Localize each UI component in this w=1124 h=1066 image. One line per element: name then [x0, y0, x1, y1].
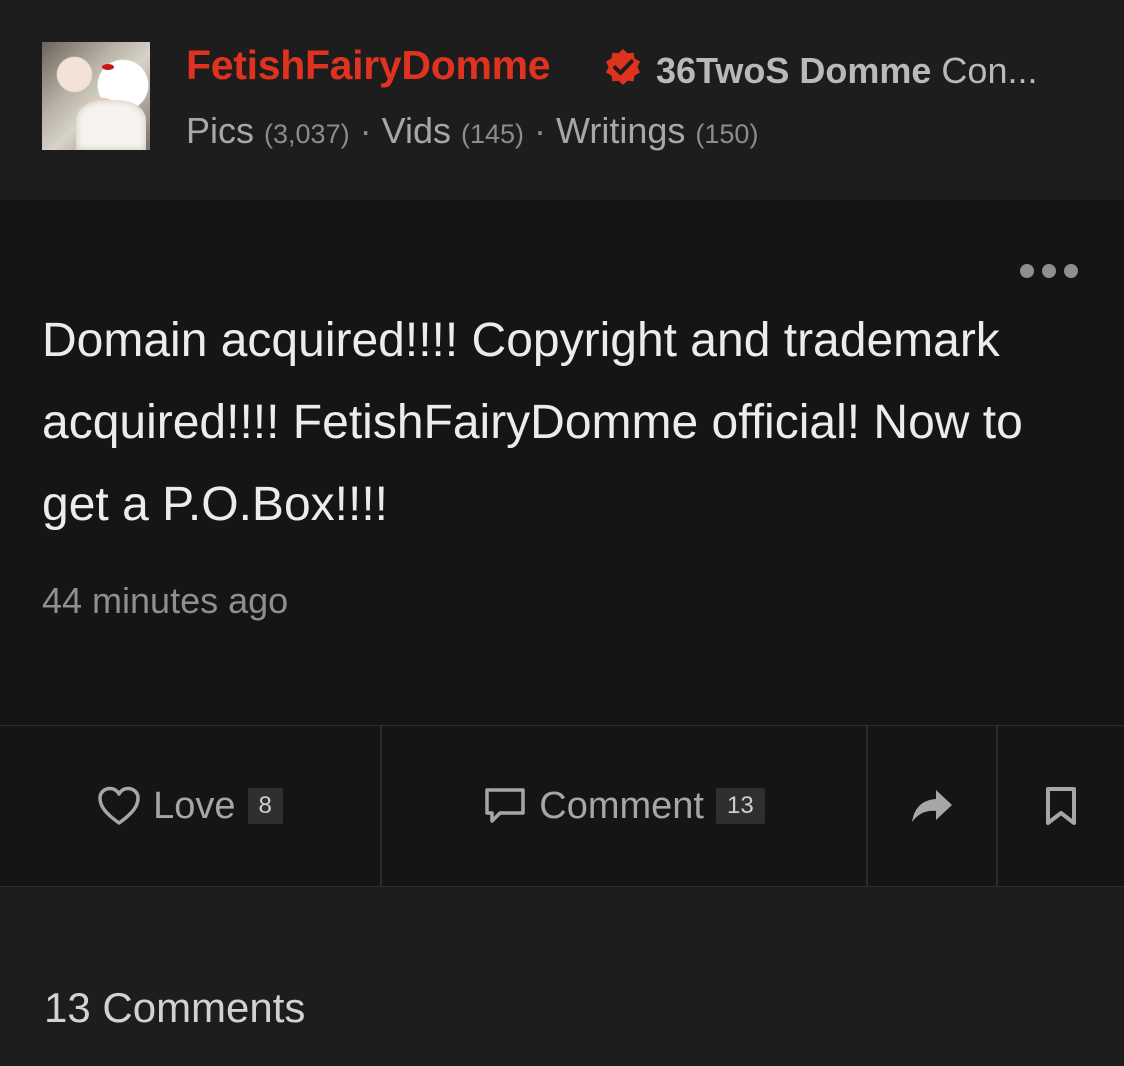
title-row: FetishFairyDomme 36TwoS Domme Con... — [186, 42, 1086, 94]
more-dot — [1020, 264, 1034, 278]
heart-icon — [97, 786, 141, 826]
post-text: Domain acquired!!!! Copyright and tradem… — [42, 314, 1023, 531]
comments-heading: 13 Comments — [44, 984, 306, 1031]
action-bar: Love 8 Comment 13 — [0, 725, 1124, 887]
more-dot — [1042, 264, 1056, 278]
verified-badge-icon — [606, 49, 640, 85]
stat-label: Pics — [186, 110, 255, 151]
bookmark-icon — [1044, 786, 1078, 826]
comment-icon — [483, 786, 527, 826]
more-dot — [1064, 264, 1078, 278]
stat-count: (145) — [461, 119, 525, 149]
separator-dot: · — [534, 110, 547, 151]
share-arrow-icon — [910, 788, 954, 824]
subtitle-rest: Con... — [941, 50, 1038, 91]
bookmark-button[interactable] — [998, 726, 1124, 886]
comment-count-badge: 13 — [716, 788, 765, 824]
stat-pics[interactable]: Pics (3,037) — [186, 110, 350, 151]
stat-count: (150) — [695, 119, 759, 149]
stat-vids[interactable]: Vids (145) — [382, 110, 524, 151]
stat-count: (3,037) — [264, 119, 350, 149]
avatar-detail — [76, 100, 146, 150]
avatar-detail — [102, 64, 114, 70]
love-label: Love — [153, 784, 236, 827]
stat-label: Writings — [556, 110, 686, 151]
love-count-badge: 8 — [247, 788, 283, 824]
profile-stats: Pics (3,037) · Vids (145) · Writings (150) — [186, 110, 758, 152]
avatar[interactable] — [42, 42, 150, 150]
post-timestamp: 44 minutes ago — [42, 580, 289, 621]
share-button[interactable] — [868, 726, 998, 886]
subtitle-bold: 36TwoS Domme — [656, 50, 932, 91]
profile-subtitle: 36TwoS Domme Con... — [656, 50, 1078, 92]
comment-label: Comment — [539, 784, 704, 827]
comment-button[interactable]: Comment 13 — [382, 726, 868, 886]
profile-header: FetishFairyDomme 36TwoS Domme Con... Pic… — [0, 0, 1124, 200]
separator-dot: · — [359, 110, 372, 151]
stat-label: Vids — [381, 110, 451, 151]
love-button[interactable]: Love 8 — [0, 726, 382, 886]
post-card: Domain acquired!!!! Copyright and tradem… — [0, 200, 1124, 725]
stat-writings[interactable]: Writings (150) — [556, 110, 758, 151]
username-link[interactable]: FetishFairyDomme — [186, 42, 551, 89]
more-options-icon[interactable] — [1020, 263, 1078, 279]
